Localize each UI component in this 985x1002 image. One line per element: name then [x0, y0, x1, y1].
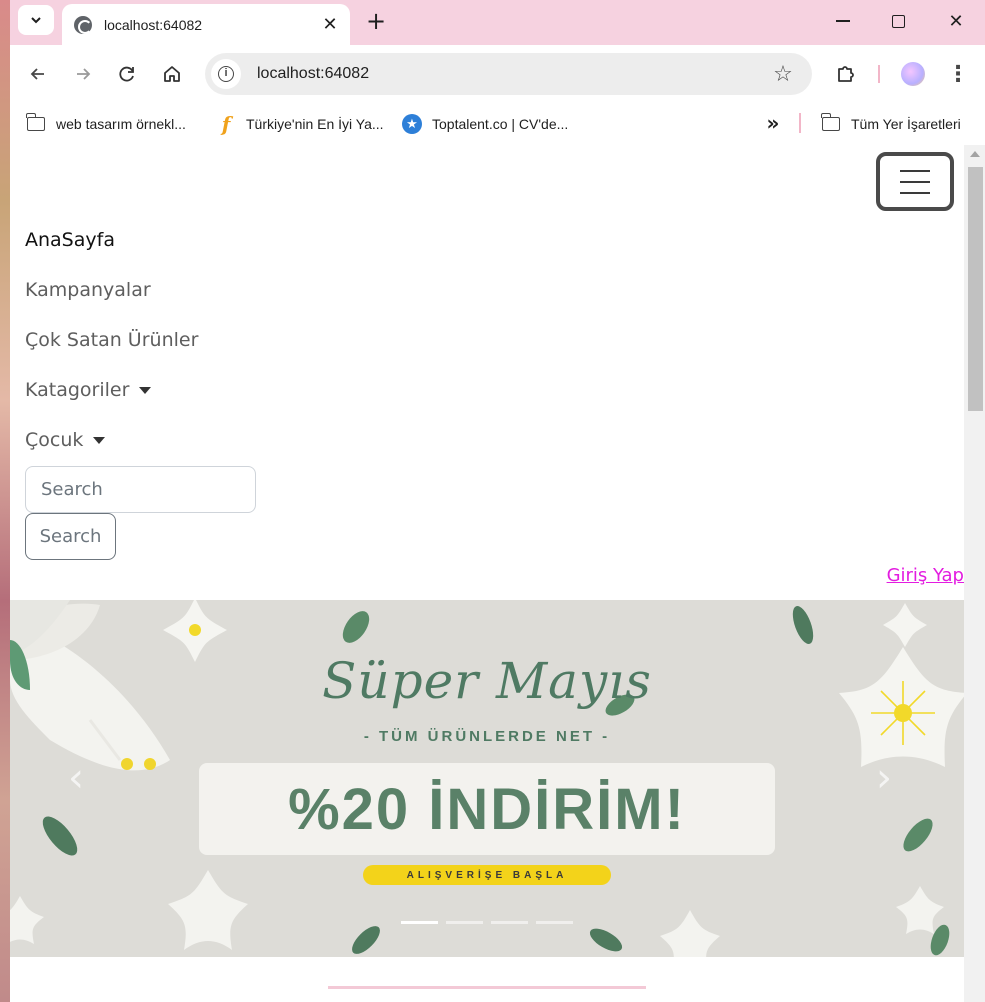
nav-item-cok-satan[interactable]: Çok Satan Ürünler [25, 315, 198, 365]
nav-item-katagoriler-dropdown[interactable]: Katagoriler [25, 365, 198, 415]
back-button[interactable] [23, 59, 53, 89]
carousel-next-button[interactable]: › [876, 758, 906, 798]
login-link[interactable]: Giriş Yap [887, 565, 964, 586]
search-input[interactable] [25, 466, 256, 513]
address-bar[interactable]: i localhost:64082 ☆ [205, 53, 812, 95]
avatar [901, 62, 925, 86]
nav-label: AnaSayfa [25, 229, 115, 251]
reload-icon [119, 66, 134, 82]
nav-label: Kampanyalar [25, 279, 151, 301]
carousel-cta-badge: ALIŞVERİŞE BAŞLA [363, 865, 611, 885]
carousel-prev-button[interactable]: ‹ [68, 758, 98, 798]
vertical-scrollbar[interactable] [964, 145, 985, 1002]
home-icon [164, 66, 180, 82]
reload-button[interactable] [112, 59, 142, 89]
bookmarks-bar: web tasarım örnekl... f Türkiye'nin En İ… [10, 103, 985, 145]
nav-item-cocuk-dropdown[interactable]: Çocuk [25, 415, 198, 465]
scroll-up-arrow-icon[interactable] [970, 151, 980, 157]
carousel-indicator[interactable] [401, 921, 438, 924]
bookmark-item[interactable]: ★ Toptalent.co | CV'de... [402, 111, 568, 137]
hamburger-icon-line [900, 180, 930, 183]
maximize-icon [891, 14, 905, 28]
minimize-icon [836, 20, 850, 22]
page-viewport: AnaSayfa Kampanyalar Çok Satan Ürünler K… [10, 145, 985, 1002]
nav-label: Çok Satan Ürünler [25, 329, 199, 351]
new-tab-button[interactable]: + [362, 8, 390, 36]
chevron-down-icon [31, 17, 41, 24]
bookmark-label: Toptalent.co | CV'de... [432, 116, 569, 132]
search-button[interactable]: Search [25, 513, 116, 560]
extensions-button[interactable] [831, 59, 861, 89]
site-info-button[interactable]: i [211, 59, 241, 89]
all-bookmarks-label: Tüm Yer İşaretleri [851, 116, 961, 132]
bookmark-item[interactable]: f Türkiye'nin En İyi Ya... [216, 111, 384, 137]
carousel-indicator[interactable] [446, 921, 483, 924]
scrollbar-thumb[interactable] [968, 167, 983, 411]
carousel-promo-text: %20 İNDİRİM! [199, 763, 775, 855]
maximize-button[interactable] [878, 6, 918, 36]
minimize-button[interactable] [823, 6, 863, 36]
navbar-toggler-button[interactable] [876, 152, 954, 211]
bookmark-star-icon[interactable]: ☆ [768, 59, 798, 89]
bookmarks-divider [799, 113, 801, 133]
puzzle-icon [838, 66, 854, 82]
section-divider [328, 986, 646, 989]
promo-carousel: Süper Mayıs - TÜM ÜRÜNLERDE NET - %20 İN… [10, 600, 964, 957]
f-logo-icon: f [221, 112, 231, 136]
globe-icon [74, 15, 92, 34]
carousel-headline: Süper Mayıs [322, 652, 652, 710]
nav-label: Katagoriler [25, 379, 130, 401]
folder-icon [821, 113, 841, 134]
star-badge-icon: ★ [402, 114, 422, 134]
nav-label: Çocuk [25, 429, 84, 451]
all-bookmarks-folder[interactable]: Tüm Yer İşaretleri [821, 111, 961, 137]
home-button[interactable] [157, 59, 187, 89]
bookmark-item[interactable]: web tasarım örnekl... [26, 111, 186, 137]
carousel-indicator[interactable] [491, 921, 528, 924]
caret-down-icon [139, 386, 152, 394]
arrow-left-icon [30, 68, 44, 80]
profile-button[interactable] [898, 59, 928, 89]
more-menu-icon[interactable]: ⋮ [943, 59, 973, 89]
carousel-subline: - TÜM ÜRÜNLERDE NET - [363, 728, 611, 745]
tab-close-icon[interactable]: ✕ [320, 14, 340, 35]
url-text[interactable]: localhost:64082 [257, 65, 768, 83]
nav-menu: AnaSayfa Kampanyalar Çok Satan Ürünler K… [25, 215, 198, 465]
toolbar-divider [878, 65, 880, 83]
close-window-button[interactable]: ✕ [936, 6, 976, 36]
info-icon: i [218, 66, 234, 82]
bookmark-label: Türkiye'nin En İyi Ya... [246, 116, 384, 132]
bookmarks-overflow-button[interactable]: » [762, 111, 784, 137]
bookmark-label: web tasarım örnekl... [56, 116, 186, 132]
browser-toolbar: i localhost:64082 ☆ ⋮ [10, 45, 985, 103]
folder-icon [26, 113, 46, 134]
tab-title: localhost:64082 [104, 16, 203, 33]
desktop-background [0, 0, 10, 1002]
caret-down-icon [93, 436, 106, 444]
browser-title-bar: localhost:64082 ✕ + ✕ [10, 0, 985, 45]
tab-search-button[interactable] [18, 5, 54, 35]
arrow-right-icon [77, 68, 91, 80]
carousel-indicator[interactable] [536, 921, 573, 924]
hamburger-icon-line [900, 191, 930, 194]
hamburger-icon-line [900, 169, 930, 172]
forward-button[interactable] [68, 59, 98, 89]
nav-item-kampanyalar[interactable]: Kampanyalar [25, 265, 198, 315]
nav-item-anasayfa[interactable]: AnaSayfa [25, 215, 198, 265]
browser-tab-active[interactable]: localhost:64082 ✕ [62, 4, 350, 45]
